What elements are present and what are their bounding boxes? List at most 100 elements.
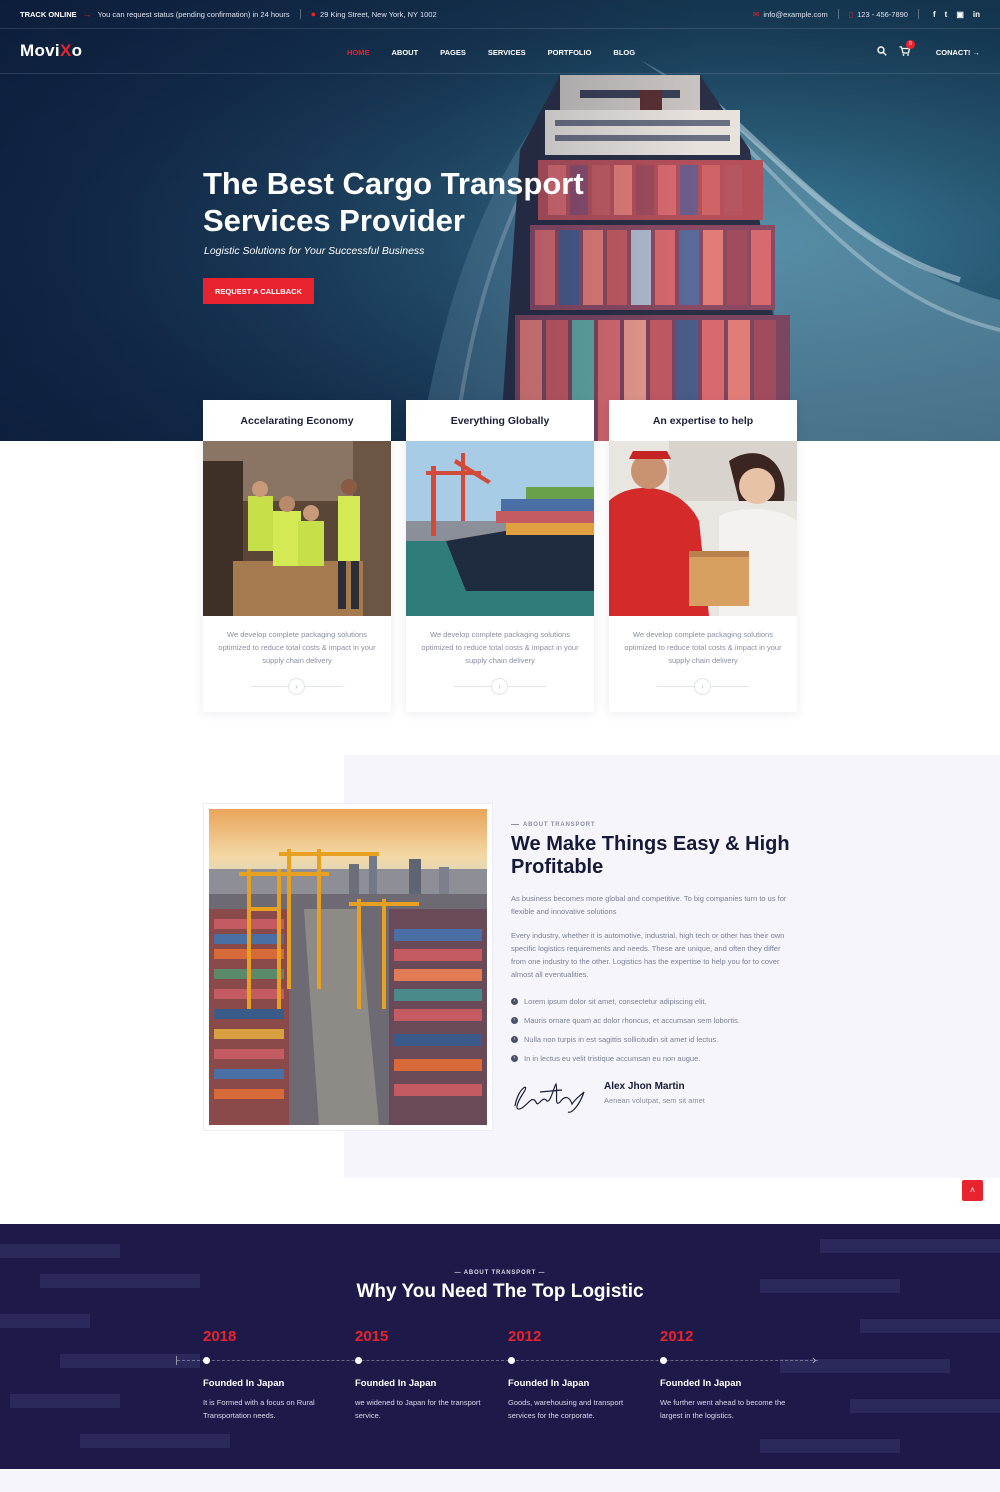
about-paragraph: As business becomes more global and comp… [511, 894, 787, 916]
timeline-heading: Founded In Japan [355, 1378, 437, 1389]
divider [299, 9, 301, 19]
divider [917, 9, 919, 19]
about-image-frame [203, 803, 493, 1131]
twitter-icon[interactable]: t [945, 10, 948, 19]
chevron-up-icon: ˄ [969, 1185, 976, 1195]
port-cranes-image [209, 809, 487, 1125]
chevron-right-icon: › [812, 1352, 817, 1367]
feature-list: › Lorem ipsum dolor sit amet, consectetur… [511, 992, 801, 1068]
list-item: › Mauris ornare quam ac dolor rhoncus, et… [511, 1011, 801, 1030]
check-circle-icon: › [511, 1055, 518, 1062]
timeline-text: Goods, warehousing and transport service… [508, 1398, 624, 1420]
scroll-to-top-button[interactable]: ˄ [962, 1180, 983, 1201]
about-title: We Make Things Easy & High Profitable [511, 833, 790, 878]
site-logo[interactable]: MoviXo [20, 41, 82, 61]
nav-pages[interactable]: PAGES [440, 48, 466, 57]
nav-actions: 0 CONACT! → [865, 29, 980, 75]
check-circle-icon: › [511, 1036, 518, 1043]
card-text: We develop complete packaging solutions … [218, 630, 376, 665]
list-item: › Nulla non turpis in est sagittis sollic… [511, 1030, 801, 1049]
card-read-more[interactable]: › [203, 678, 391, 695]
timeline-dot [660, 1357, 667, 1364]
location-pin-icon: ● [310, 9, 317, 19]
nav-portfolio[interactable]: PORTFOLIO [548, 48, 592, 57]
contact-label: CONACT! [935, 47, 971, 57]
track-message: You can request status (pending confirma… [97, 9, 290, 19]
cart-count-badge: 0 [905, 39, 915, 49]
timeline-line [177, 1360, 818, 1361]
signature-image [514, 1082, 585, 1113]
service-card: An expertise to help We develop complete… [609, 400, 797, 712]
arrow-right-icon: → [972, 47, 981, 57]
mail-icon: ✉ [752, 9, 760, 19]
timeline-text: we widened to Japan for the transport se… [355, 1398, 481, 1420]
timeline-heading: Founded In Japan [508, 1378, 590, 1389]
author-name: Alex Jhon Martin [604, 1081, 685, 1092]
card-text: We develop complete packaging solutions … [421, 630, 579, 665]
top-bar: TRACK ONLINE → You can request status (p… [0, 0, 1000, 28]
timeline-dot [203, 1357, 210, 1364]
address-text: 29 King Street, New York, NY 1002 [320, 9, 437, 19]
arrow-right-icon: → [82, 9, 92, 19]
main-navbar: MoviXo HOME ABOUT PAGES SERVICES PORTFOL… [0, 28, 1000, 74]
logo-accent: X [59, 41, 72, 60]
cart-icon[interactable]: 0 [899, 39, 915, 59]
card-text: We develop complete packaging solutions … [624, 630, 782, 665]
timeline-dot [508, 1357, 515, 1364]
linkedin-icon[interactable]: in [973, 10, 980, 19]
timeline-year: 2015 [355, 1328, 389, 1345]
hero-subtitle: Logistic Solutions for Your Successful B… [204, 245, 425, 257]
track-online-label[interactable]: TRACK ONLINE [20, 10, 77, 19]
about-section-tag: ABOUT TRANSPORT [511, 822, 595, 828]
hero-section: TRACK ONLINE → You can request status (p… [0, 0, 1000, 441]
facebook-icon[interactable]: f [933, 10, 936, 19]
service-card: Accelarating Economy We develop complete… [203, 400, 391, 712]
why-background-texture [0, 1239, 1000, 1453]
chevron-right-icon[interactable]: › [288, 678, 305, 695]
logo-text: Movi [20, 41, 60, 60]
logo-text-end: o [71, 41, 83, 60]
chevron-right-icon[interactable]: › [694, 678, 711, 695]
service-card: Everything Globally We develop complete … [406, 400, 594, 712]
check-circle-icon: › [511, 1017, 518, 1024]
timeline-year: 2018 [203, 1328, 237, 1345]
nav-home[interactable]: HOME [347, 48, 370, 57]
timeline-text: It is Formed with a focus on Rural Trans… [203, 1398, 315, 1420]
list-item-text: Mauris ornare quam ac dolor rhoncus, et … [524, 1016, 740, 1025]
list-item-text: Lorem ipsum dolor sit amet, consectetur … [524, 997, 707, 1006]
hero-title: The Best Cargo Transport Services Provid… [203, 166, 584, 238]
timeline-heading: Founded In Japan [660, 1378, 742, 1389]
delivery-handover-image [609, 441, 797, 616]
card-title[interactable]: Everything Globally [406, 400, 594, 441]
topbar-contact: ✉ info@example.com ▯ 123 - 456-7890 f t … [753, 9, 980, 19]
nav-services[interactable]: SERVICES [488, 48, 526, 57]
email-link[interactable]: info@example.com [763, 10, 827, 19]
why-title: Why You Need The Top Logistic [356, 1281, 644, 1302]
contact-link[interactable]: CONACT! → [936, 48, 980, 57]
request-callback-button[interactable]: REQUEST A CALLBACK [203, 278, 314, 304]
author-role: Aenean volutpat, sem sit amet [604, 1096, 705, 1105]
timeline-heading: Founded In Japan [203, 1378, 285, 1389]
list-item: › In in lectus eu velit tristique accumsa… [511, 1049, 801, 1068]
card-read-more[interactable]: › [609, 678, 797, 695]
instagram-icon[interactable]: ▣ [956, 10, 964, 19]
footer-strip [0, 1469, 1000, 1492]
card-read-more[interactable]: › [406, 678, 594, 695]
nav-blog[interactable]: BLOG [613, 48, 635, 57]
divider [837, 9, 839, 19]
timeline-text: We further went ahead to become the larg… [660, 1398, 786, 1420]
phone-icon: ▯ [848, 9, 854, 19]
timeline-year: 2012 [508, 1328, 542, 1345]
card-title[interactable]: Accelarating Economy [203, 400, 391, 441]
check-circle-icon: › [511, 998, 518, 1005]
main-menu: HOME ABOUT PAGES SERVICES PORTFOLIO BLOG [347, 29, 657, 75]
chevron-right-icon[interactable]: › [491, 678, 508, 695]
list-item-text: Nulla non turpis in est sagittis sollici… [524, 1035, 719, 1044]
phone-link[interactable]: 123 - 456-7890 [857, 10, 908, 19]
card-title[interactable]: An expertise to help [609, 400, 797, 441]
nav-about[interactable]: ABOUT [392, 48, 419, 57]
search-icon[interactable] [877, 45, 887, 59]
why-tag-text: ABOUT TRANSPORT [463, 1270, 537, 1276]
why-section: — ABOUT TRANSPORT — Why You Need The Top… [0, 1224, 1000, 1469]
timeline-dot [355, 1357, 362, 1364]
